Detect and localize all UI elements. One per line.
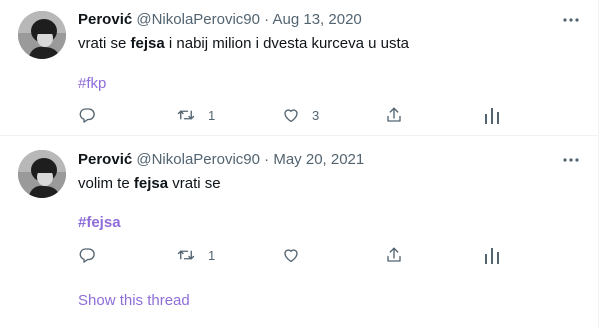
- tweet[interactable]: Perović @NikolaPerovic90 · May 20, 2021 …: [0, 137, 599, 328]
- avatar[interactable]: [18, 11, 66, 59]
- retweet-count: 1: [208, 107, 216, 123]
- more-button[interactable]: [561, 10, 581, 30]
- retweet-count: 1: [208, 247, 216, 263]
- tweet-actions: 1 3: [78, 105, 518, 125]
- tweet-text-bold: fejsa: [133, 175, 169, 192]
- tweet-header: Perović @NikolaPerovic90 · May 20, 2021: [78, 150, 364, 170]
- retweet-button[interactable]: 1: [176, 245, 215, 265]
- more-icon: [563, 158, 579, 162]
- author-handle[interactable]: @NikolaPerovic90: [136, 151, 260, 168]
- tweet-text-part: vrati se: [168, 175, 221, 192]
- like-count: 3: [312, 107, 320, 123]
- separator: ·: [264, 11, 270, 28]
- like-button[interactable]: [282, 245, 312, 265]
- author-name[interactable]: Perović: [78, 11, 132, 28]
- tweet-text-part: volim te: [78, 175, 134, 192]
- more-button[interactable]: [561, 150, 581, 170]
- tweet-date[interactable]: May 20, 2021: [273, 151, 364, 168]
- tweet-text: vrati se fejsa i nabij milion i dvesta k…: [78, 34, 409, 54]
- share-button[interactable]: [385, 245, 403, 265]
- reply-button[interactable]: [78, 105, 108, 125]
- hashtag-link[interactable]: #fkp: [78, 74, 106, 94]
- tweet-text-bold: fejsa: [130, 35, 165, 52]
- share-icon: [387, 247, 401, 262]
- like-button[interactable]: 3: [282, 105, 319, 125]
- like-icon: [284, 109, 298, 123]
- analytics-button[interactable]: [484, 105, 500, 125]
- more-icon: [563, 18, 579, 22]
- analytics-icon: [485, 108, 499, 124]
- show-thread-link[interactable]: Show this thread: [78, 291, 190, 311]
- author-name[interactable]: Perović: [78, 151, 132, 168]
- separator: ·: [264, 151, 270, 168]
- tweet-text-part: i nabij milion i dvesta kurceva u usta: [164, 35, 410, 52]
- like-icon: [284, 249, 298, 263]
- analytics-icon: [485, 248, 499, 264]
- retweet-icon: [177, 250, 195, 260]
- retweet-icon: [177, 110, 195, 120]
- reply-button[interactable]: [78, 245, 108, 265]
- author-handle[interactable]: @NikolaPerovic90: [136, 11, 260, 28]
- hashtag-link[interactable]: #fejsa: [78, 213, 121, 233]
- timeline: Perović @NikolaPerovic90 · Aug 13, 2020 …: [0, 0, 599, 328]
- tweet-actions: 1: [78, 245, 518, 265]
- reply-icon: [79, 108, 95, 123]
- retweet-button[interactable]: 1: [176, 105, 215, 125]
- tweet-header: Perović @NikolaPerovic90 · Aug 13, 2020: [78, 10, 362, 30]
- tweet[interactable]: Perović @NikolaPerovic90 · Aug 13, 2020 …: [0, 0, 599, 136]
- avatar[interactable]: [18, 150, 66, 198]
- tweet-text: volim te fejsa vrati se: [78, 174, 221, 194]
- tweet-text-part: vrati se: [78, 35, 131, 52]
- share-icon: [387, 107, 401, 122]
- reply-icon: [79, 248, 95, 263]
- tweet-date[interactable]: Aug 13, 2020: [273, 11, 362, 28]
- analytics-button[interactable]: [484, 245, 500, 265]
- share-button[interactable]: [385, 105, 403, 125]
- divider: [0, 135, 599, 136]
